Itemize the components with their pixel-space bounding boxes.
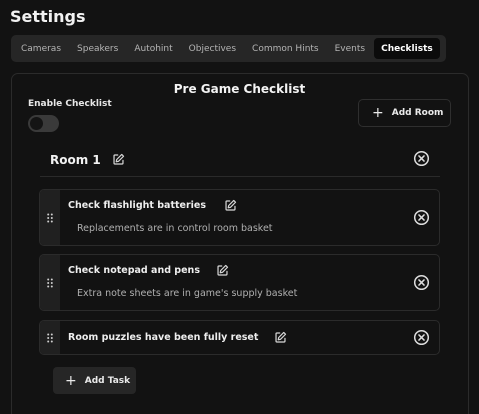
edit-task-icon[interactable] — [216, 264, 229, 277]
room-name: Room 1 — [50, 153, 101, 167]
task-item: Check notepad and pens Extra note sheets… — [39, 254, 440, 311]
task-item: Room puzzles have been fully reset — [39, 320, 440, 355]
plus-icon: + — [372, 105, 384, 121]
add-room-label: Add Room — [391, 108, 444, 118]
remove-room-icon[interactable] — [413, 150, 430, 167]
add-task-button[interactable]: + Add Task — [53, 367, 136, 394]
grip-vertical-icon — [47, 333, 53, 342]
toggle-knob — [30, 117, 43, 130]
room-divider — [40, 176, 440, 177]
edit-task-icon[interactable] — [274, 331, 287, 344]
task-title: Room puzzles have been fully reset — [68, 332, 259, 343]
page-title: Settings — [10, 7, 86, 26]
task-description: Replacements are in control room basket — [77, 223, 273, 234]
task-title: Check flashlight batteries — [68, 200, 207, 211]
task-title: Check notepad and pens — [68, 265, 200, 276]
edit-room-icon[interactable] — [112, 153, 125, 166]
add-room-button[interactable]: + Add Room — [358, 99, 451, 127]
enable-checklist-label: Enable Checklist — [28, 99, 112, 109]
settings-tab-bar: Cameras Speakers Autohint Objectives Com… — [11, 35, 446, 62]
remove-task-icon[interactable] — [413, 274, 430, 291]
remove-task-icon[interactable] — [413, 209, 430, 226]
add-task-label: Add Task — [84, 375, 131, 386]
checklist-title: Pre Game Checklist — [173, 82, 306, 96]
tab-objectives[interactable]: Objectives — [182, 38, 243, 59]
task-description: Extra note sheets are in game's supply b… — [77, 288, 298, 299]
task-item: Check flashlight batteries Replacements … — [39, 189, 440, 246]
tab-events[interactable]: Events — [328, 38, 372, 59]
remove-task-icon[interactable] — [413, 329, 430, 346]
tab-checklists[interactable]: Checklists — [374, 38, 440, 59]
grip-vertical-icon — [47, 213, 53, 222]
drag-handle[interactable] — [40, 190, 60, 245]
enable-checklist-toggle[interactable] — [28, 115, 59, 132]
plus-icon: + — [65, 372, 77, 389]
grip-vertical-icon — [47, 278, 53, 287]
drag-handle[interactable] — [40, 255, 60, 310]
tab-common-hints[interactable]: Common Hints — [245, 38, 326, 59]
drag-handle[interactable] — [40, 321, 60, 354]
tab-cameras[interactable]: Cameras — [14, 38, 68, 59]
tab-speakers[interactable]: Speakers — [70, 38, 125, 59]
tab-autohint[interactable]: Autohint — [127, 38, 179, 59]
edit-task-icon[interactable] — [224, 199, 237, 212]
